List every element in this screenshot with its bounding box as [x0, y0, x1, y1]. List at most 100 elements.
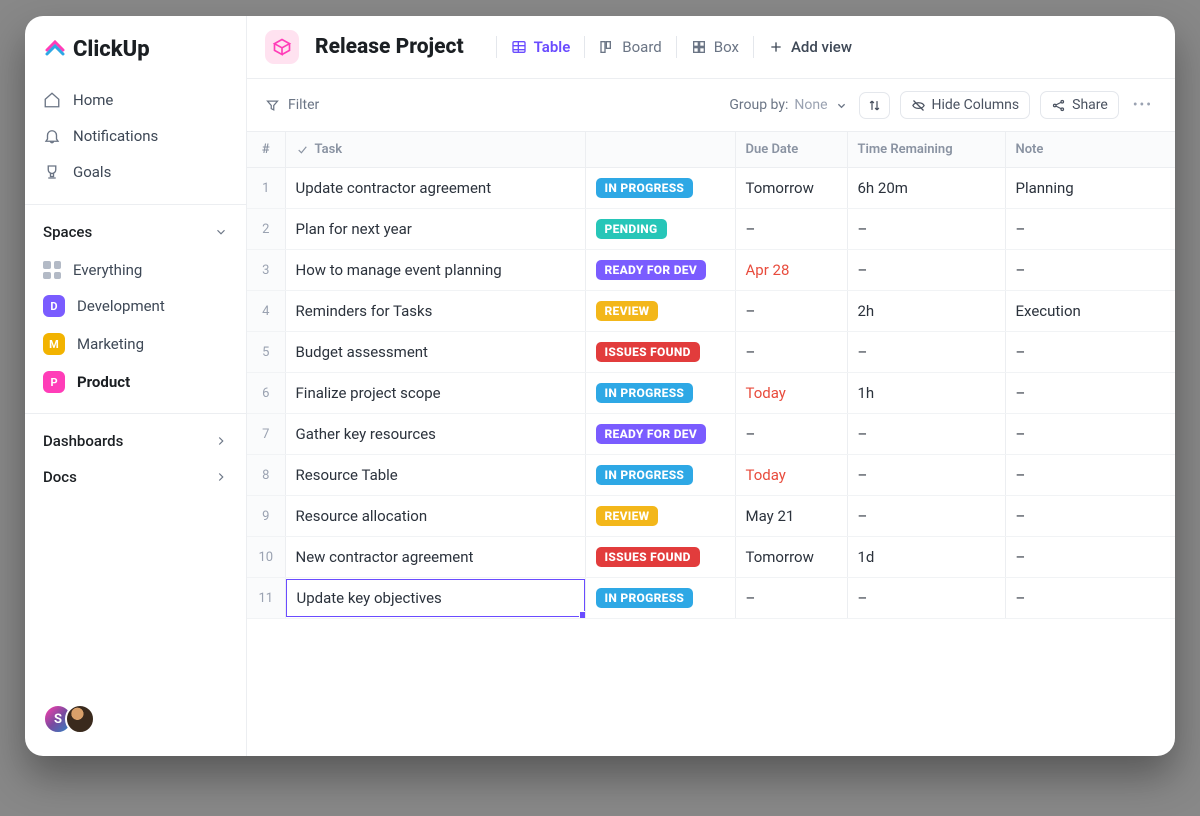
due-date-cell[interactable]: –: [735, 291, 847, 332]
sort-button[interactable]: [859, 92, 890, 119]
col-status[interactable]: [585, 132, 735, 168]
status-cell[interactable]: READY FOR DEV: [585, 250, 735, 291]
status-cell[interactable]: IN PROGRESS: [585, 373, 735, 414]
group-by[interactable]: Group by: None: [729, 97, 848, 113]
col-task[interactable]: Task: [285, 132, 585, 168]
table-row[interactable]: 7Gather key resourcesREADY FOR DEV–––: [247, 414, 1175, 455]
filter-button[interactable]: Filter: [265, 97, 319, 113]
hide-columns-button[interactable]: Hide Columns: [900, 91, 1031, 119]
task-cell[interactable]: Update key objectives: [285, 578, 585, 619]
status-cell[interactable]: ISSUES FOUND: [585, 537, 735, 578]
nav-home[interactable]: Home: [25, 82, 246, 118]
status-cell[interactable]: IN PROGRESS: [585, 168, 735, 209]
due-date-cell[interactable]: May 21: [735, 496, 847, 537]
time-remaining-cell[interactable]: –: [847, 250, 1005, 291]
status-badge: READY FOR DEV: [596, 260, 707, 280]
sidebar-section[interactable]: Dashboards: [25, 422, 246, 458]
avatar-photo[interactable]: [65, 704, 95, 734]
col-time-remaining[interactable]: Time Remaining: [847, 132, 1005, 168]
time-remaining-cell[interactable]: –: [847, 578, 1005, 619]
time-remaining-cell[interactable]: –: [847, 496, 1005, 537]
table-row[interactable]: 9Resource allocationREVIEWMay 21––: [247, 496, 1175, 537]
space-item[interactable]: Everything: [25, 253, 246, 287]
project-icon[interactable]: [265, 30, 299, 64]
task-cell[interactable]: How to manage event planning: [285, 250, 585, 291]
space-item[interactable]: MMarketing: [25, 325, 246, 363]
note-cell[interactable]: –: [1005, 373, 1175, 414]
nav-notifications[interactable]: Notifications: [25, 118, 246, 154]
note-cell[interactable]: –: [1005, 496, 1175, 537]
task-cell[interactable]: Update contractor agreement: [285, 168, 585, 209]
note-cell[interactable]: –: [1005, 332, 1175, 373]
task-cell[interactable]: Plan for next year: [285, 209, 585, 250]
table-row[interactable]: 11Update key objectivesIN PROGRESS–––: [247, 578, 1175, 619]
view-tab-board[interactable]: Board: [597, 34, 663, 60]
note-cell[interactable]: –: [1005, 537, 1175, 578]
task-cell[interactable]: New contractor agreement: [285, 537, 585, 578]
note-cell[interactable]: –: [1005, 414, 1175, 455]
table-row[interactable]: 2Plan for next yearPENDING–––: [247, 209, 1175, 250]
col-note[interactable]: Note: [1005, 132, 1175, 168]
nav-goals[interactable]: Goals: [25, 154, 246, 190]
task-cell[interactable]: Resource Table: [285, 455, 585, 496]
space-item[interactable]: PProduct: [25, 363, 246, 401]
time-remaining-cell[interactable]: 2h: [847, 291, 1005, 332]
share-button[interactable]: Share: [1040, 91, 1119, 119]
status-cell[interactable]: PENDING: [585, 209, 735, 250]
status-cell[interactable]: REVIEW: [585, 496, 735, 537]
time-remaining-cell[interactable]: –: [847, 455, 1005, 496]
view-tab-table[interactable]: Table: [509, 34, 573, 60]
note-cell[interactable]: Execution: [1005, 291, 1175, 332]
col-due-date[interactable]: Due Date: [735, 132, 847, 168]
due-date-cell[interactable]: –: [735, 578, 847, 619]
status-cell[interactable]: ISSUES FOUND: [585, 332, 735, 373]
status-cell[interactable]: IN PROGRESS: [585, 455, 735, 496]
table-row[interactable]: 6Finalize project scopeIN PROGRESSToday1…: [247, 373, 1175, 414]
table-row[interactable]: 1Update contractor agreementIN PROGRESST…: [247, 168, 1175, 209]
sidebar-section[interactable]: Docs: [25, 458, 246, 494]
note-cell[interactable]: –: [1005, 455, 1175, 496]
note-cell[interactable]: –: [1005, 209, 1175, 250]
add-view-button[interactable]: Add view: [766, 34, 854, 60]
note-cell[interactable]: –: [1005, 250, 1175, 291]
task-cell[interactable]: Resource allocation: [285, 496, 585, 537]
table-row[interactable]: 3How to manage event planningREADY FOR D…: [247, 250, 1175, 291]
time-remaining-cell[interactable]: –: [847, 332, 1005, 373]
more-menu[interactable]: •••: [1129, 93, 1157, 117]
status-cell[interactable]: IN PROGRESS: [585, 578, 735, 619]
group-by-value: None: [794, 97, 827, 113]
table-row[interactable]: 8Resource TableIN PROGRESSToday––: [247, 455, 1175, 496]
time-remaining-cell[interactable]: 1d: [847, 537, 1005, 578]
view-tab-box[interactable]: Box: [689, 34, 741, 60]
task-cell[interactable]: Finalize project scope: [285, 373, 585, 414]
share-icon: [1051, 98, 1066, 113]
time-remaining-cell[interactable]: –: [847, 414, 1005, 455]
status-cell[interactable]: READY FOR DEV: [585, 414, 735, 455]
note-cell[interactable]: Planning: [1005, 168, 1175, 209]
note-cell[interactable]: –: [1005, 578, 1175, 619]
due-date-cell[interactable]: –: [735, 209, 847, 250]
space-item[interactable]: DDevelopment: [25, 287, 246, 325]
due-date-cell[interactable]: –: [735, 332, 847, 373]
due-date-cell[interactable]: Tomorrow: [735, 537, 847, 578]
task-cell[interactable]: Reminders for Tasks: [285, 291, 585, 332]
col-number[interactable]: #: [247, 132, 285, 168]
time-remaining-cell[interactable]: 1h: [847, 373, 1005, 414]
due-date-cell[interactable]: Today: [735, 455, 847, 496]
table-row[interactable]: 10New contractor agreementISSUES FOUNDTo…: [247, 537, 1175, 578]
due-date-cell[interactable]: Apr 28: [735, 250, 847, 291]
due-date-cell[interactable]: Tomorrow: [735, 168, 847, 209]
spaces-header[interactable]: Spaces: [25, 213, 246, 249]
due-date-cell[interactable]: Today: [735, 373, 847, 414]
brand-logo[interactable]: ClickUp: [25, 34, 246, 76]
table-row[interactable]: 4Reminders for TasksREVIEW–2hExecution: [247, 291, 1175, 332]
time-remaining-cell[interactable]: 6h 20m: [847, 168, 1005, 209]
avatar-stack[interactable]: S: [43, 704, 95, 734]
table-row[interactable]: 5Budget assessmentISSUES FOUND–––: [247, 332, 1175, 373]
task-cell[interactable]: Budget assessment: [285, 332, 585, 373]
task-cell[interactable]: Gather key resources: [285, 414, 585, 455]
time-remaining-cell[interactable]: –: [847, 209, 1005, 250]
due-date-cell[interactable]: –: [735, 414, 847, 455]
status-cell[interactable]: REVIEW: [585, 291, 735, 332]
project-title[interactable]: Release Project: [315, 35, 464, 59]
